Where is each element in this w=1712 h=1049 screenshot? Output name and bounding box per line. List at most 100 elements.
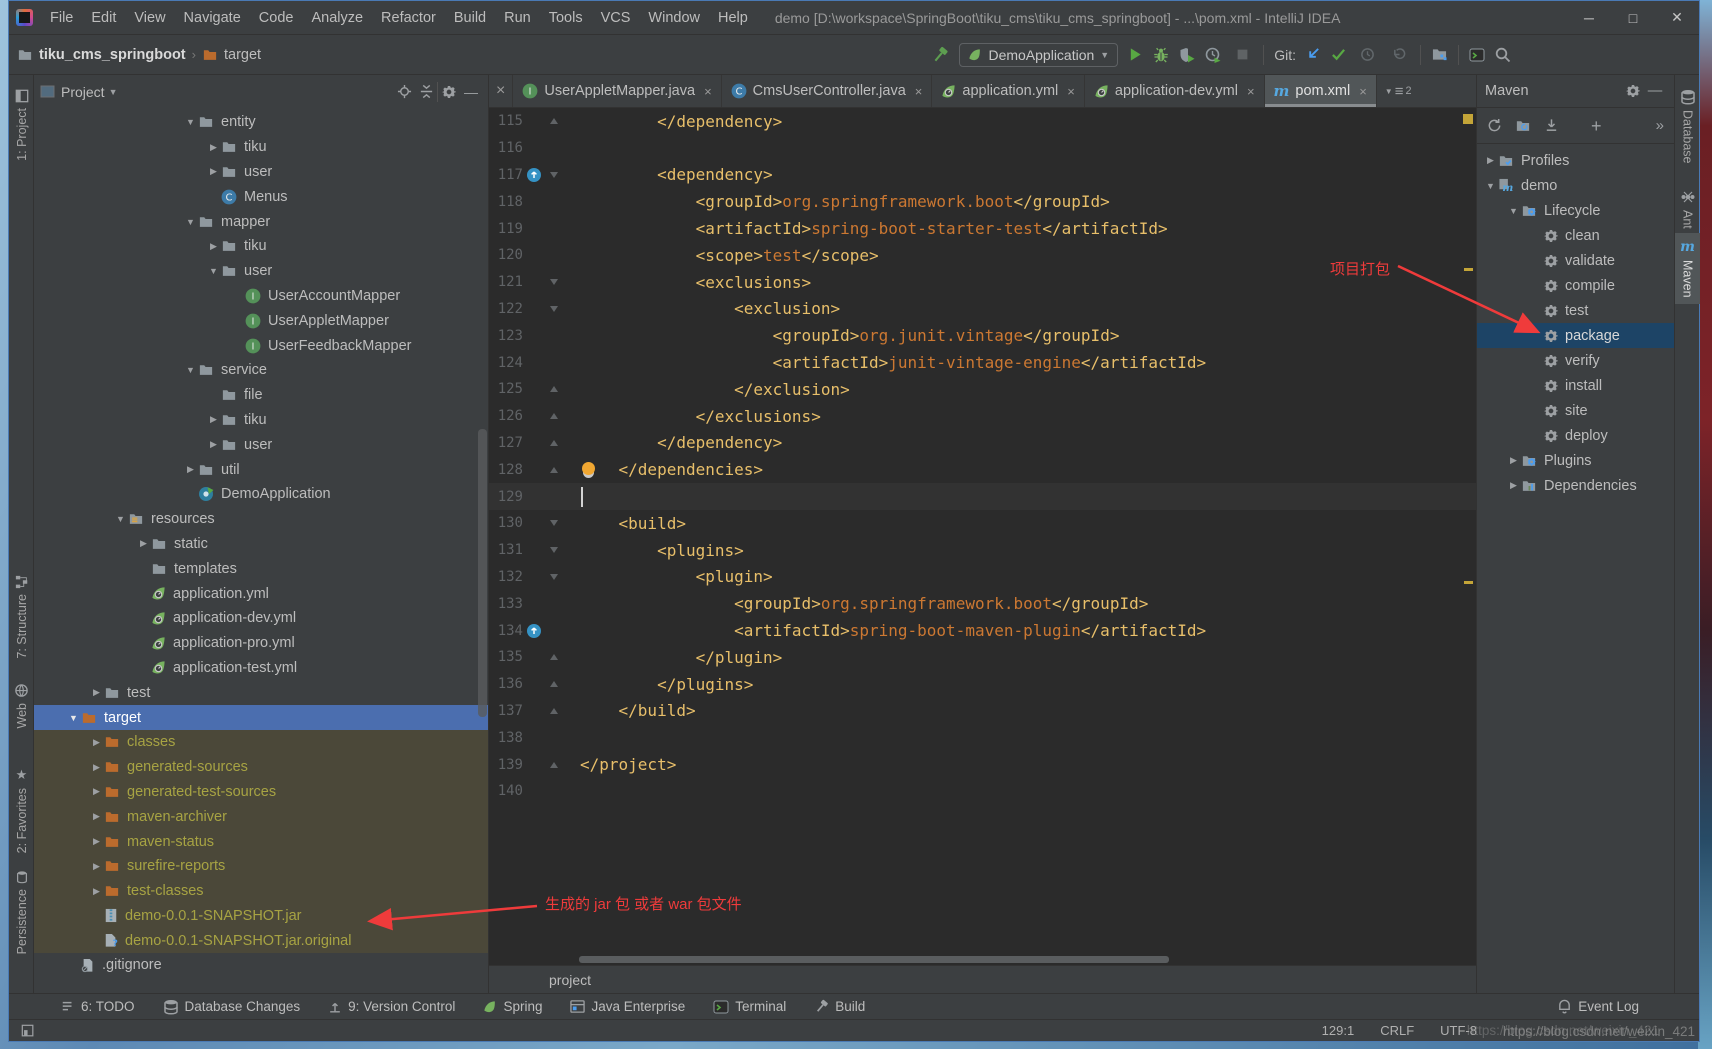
- menu-refactor[interactable]: Refactor: [372, 6, 445, 30]
- breadcrumb-project[interactable]: tiku_cms_springboot: [39, 47, 186, 63]
- project-scrollbar[interactable]: [478, 429, 487, 717]
- tree-item-tiku[interactable]: ▶ tiku: [34, 408, 488, 433]
- warning-stripe-mark[interactable]: [1464, 268, 1473, 271]
- download-sources-icon[interactable]: [1544, 118, 1559, 133]
- run-configuration-select[interactable]: DemoApplication ▼: [959, 43, 1118, 67]
- tree-item-target[interactable]: ▼ target: [34, 705, 488, 730]
- file-encoding[interactable]: UTF-8: [1440, 1023, 1477, 1038]
- inspection-status-marker[interactable]: [1463, 114, 1473, 124]
- warning-stripe-mark[interactable]: [1464, 581, 1473, 584]
- fold-marker[interactable]: [550, 279, 558, 285]
- tree-item-generated-test-sources[interactable]: ▶ generated-test-sources: [34, 780, 488, 805]
- chevron-collapsed-icon[interactable]: ▶: [206, 439, 221, 450]
- fold-marker[interactable]: [550, 708, 558, 714]
- chevron-expanded-icon[interactable]: ▼: [183, 365, 198, 375]
- tree-item-test[interactable]: ▶ test: [34, 680, 488, 705]
- maven-item-verify[interactable]: verify: [1477, 348, 1674, 373]
- tree-item-templates[interactable]: templates: [34, 556, 488, 581]
- code-line-121[interactable]: 121 <exclusions>: [489, 269, 1476, 296]
- fold-marker[interactable]: [550, 306, 558, 312]
- tree-item-maven-status[interactable]: ▶ maven-status: [34, 829, 488, 854]
- chevron-collapsed-icon[interactable]: ▶: [89, 861, 104, 872]
- more-actions-icon[interactable]: »: [1656, 117, 1664, 134]
- tree-item-entity[interactable]: ▼ entity: [34, 110, 488, 135]
- chevron-collapsed-icon[interactable]: ▶: [89, 687, 104, 698]
- code-line-135[interactable]: 135 </plugin>: [489, 644, 1476, 671]
- chevron-collapsed-icon[interactable]: ▶: [206, 241, 221, 252]
- breadcrumb-tag[interactable]: project: [549, 972, 591, 988]
- changes-button[interactable]: [1431, 47, 1448, 62]
- tree-item-generated-sources[interactable]: ▶ generated-sources: [34, 755, 488, 780]
- run-button[interactable]: [1128, 47, 1143, 62]
- tree-item-maven-archiver[interactable]: ▶ maven-archiver: [34, 804, 488, 829]
- toolwindow-button-9-version-control[interactable]: 9: Version Control: [328, 999, 455, 1014]
- code-line-137[interactable]: 137 </build>: [489, 698, 1476, 725]
- fold-marker[interactable]: [550, 681, 558, 687]
- maven-item-Profiles[interactable]: ▶ Profiles: [1477, 148, 1674, 173]
- maven-item-Dependencies[interactable]: ▶ Dependencies: [1477, 473, 1674, 498]
- tree-item-application-pro.yml[interactable]: application-pro.yml: [34, 631, 488, 656]
- gear-icon[interactable]: [438, 81, 460, 103]
- fold-marker[interactable]: [550, 172, 558, 178]
- tree-item-.gitignore[interactable]: .gitignore: [34, 953, 488, 978]
- code-line-126[interactable]: 126 </exclusions>: [489, 403, 1476, 430]
- close-icon[interactable]: ×: [915, 84, 923, 99]
- menu-view[interactable]: View: [125, 6, 174, 30]
- tree-item-util[interactable]: ▶ util: [34, 457, 488, 482]
- chevron-collapsed-icon[interactable]: ▶: [1483, 155, 1498, 166]
- reimport-maven-icon[interactable]: [1487, 118, 1502, 133]
- close-button[interactable]: ✕: [1655, 3, 1699, 33]
- generate-sources-icon[interactable]: [1515, 119, 1531, 133]
- maven-item-test[interactable]: test: [1477, 298, 1674, 323]
- menu-navigate[interactable]: Navigate: [175, 6, 250, 30]
- tree-item-tiku[interactable]: ▶ tiku: [34, 135, 488, 160]
- code-line-119[interactable]: 119 <artifactId>spring-boot-starter-test…: [489, 215, 1476, 242]
- tree-item-tiku[interactable]: ▶ tiku: [34, 234, 488, 259]
- chevron-collapsed-icon[interactable]: ▶: [1506, 455, 1521, 466]
- chevron-collapsed-icon[interactable]: ▶: [89, 836, 104, 847]
- tree-item-demo-0.0.1-SNAPSHOT.jar.original[interactable]: ? demo-0.0.1-SNAPSHOT.jar.original: [34, 928, 488, 953]
- code-line-116[interactable]: 116: [489, 135, 1476, 162]
- code-line-134[interactable]: 134 <artifactId>spring-boot-maven-plugin…: [489, 617, 1476, 644]
- chevron-collapsed-icon[interactable]: ▶: [89, 811, 104, 822]
- chevron-expanded-icon[interactable]: ▼: [113, 514, 128, 524]
- menu-edit[interactable]: Edit: [82, 6, 125, 30]
- tree-item-demo-0.0.1-SNAPSHOT.jar[interactable]: demo-0.0.1-SNAPSHOT.jar: [34, 904, 488, 929]
- tree-item-UserAppletMapper[interactable]: I UserAppletMapper: [34, 308, 488, 333]
- stripe-tab-web[interactable]: Web: [9, 683, 34, 728]
- fold-marker[interactable]: [550, 520, 558, 526]
- event-log-button[interactable]: Event Log: [1557, 999, 1639, 1014]
- tree-item-user[interactable]: ▶ user: [34, 160, 488, 185]
- debug-button[interactable]: [1153, 47, 1169, 63]
- toolwindow-button-spring[interactable]: Spring: [483, 999, 542, 1014]
- editor-tab-UserAppletMapper.java[interactable]: I UserAppletMapper.java ×: [513, 75, 721, 107]
- stripe-tab-ant[interactable]: Ant: [1675, 183, 1700, 235]
- tree-item-resources[interactable]: ▼ resources: [34, 507, 488, 532]
- close-icon[interactable]: ×: [1359, 84, 1367, 99]
- tree-item-DemoApplication[interactable]: DemoApplication: [34, 482, 488, 507]
- code-line-131[interactable]: 131 <plugins>: [489, 537, 1476, 564]
- menu-analyze[interactable]: Analyze: [302, 6, 372, 30]
- code-line-124[interactable]: 124 <artifactId>junit-vintage-engine</ar…: [489, 349, 1476, 376]
- chevron-collapsed-icon[interactable]: ▶: [136, 538, 151, 549]
- hide-panel-icon[interactable]: —: [460, 81, 482, 103]
- tree-item-classes[interactable]: ▶ classes: [34, 730, 488, 755]
- menu-code[interactable]: Code: [250, 6, 303, 30]
- menu-vcs[interactable]: VCS: [592, 6, 640, 30]
- maven-item-clean[interactable]: clean: [1477, 223, 1674, 248]
- run-anything-button[interactable]: [1469, 47, 1485, 63]
- maven-item-install[interactable]: install: [1477, 373, 1674, 398]
- tree-item-mapper[interactable]: ▼ mapper: [34, 209, 488, 234]
- chevron-collapsed-icon[interactable]: ▶: [206, 142, 221, 153]
- stripe-tab-database[interactable]: Database: [1675, 83, 1700, 170]
- chevron-expanded-icon[interactable]: ▼: [1506, 206, 1521, 216]
- fold-marker[interactable]: [550, 762, 558, 768]
- tree-item-UserFeedbackMapper[interactable]: I UserFeedbackMapper: [34, 333, 488, 358]
- toolwindow-toggle-icon[interactable]: [21, 1024, 35, 1038]
- build-icon[interactable]: [931, 46, 949, 64]
- tree-item-user[interactable]: ▼ user: [34, 259, 488, 284]
- stop-button[interactable]: [1231, 44, 1253, 66]
- tree-item-file[interactable]: file: [34, 383, 488, 408]
- fold-marker[interactable]: [550, 386, 558, 392]
- code-line-136[interactable]: 136 </plugins>: [489, 671, 1476, 698]
